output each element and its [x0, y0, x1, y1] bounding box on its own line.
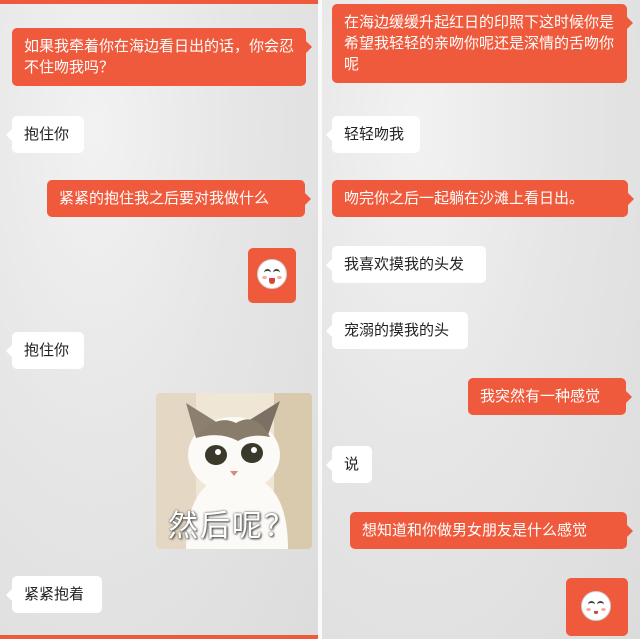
- message-bubble-received[interactable]: 轻轻吻我: [326, 116, 420, 153]
- cat-sticker-image[interactable]: 然后呢？: [156, 393, 312, 549]
- message-bubble-received[interactable]: 宠溺的摸我的头: [326, 312, 468, 349]
- message-bubble-sent[interactable]: 想知道和你做男女朋友是什么感觉: [350, 512, 633, 549]
- message-bubble-received[interactable]: 我喜欢摸我的头发: [326, 246, 486, 283]
- message-bubble-sent[interactable]: 紧紧的抱住我之后要对我做什么: [47, 180, 311, 217]
- message-bubble-received[interactable]: 说: [326, 446, 372, 483]
- sticker-caption: 然后呢？: [168, 509, 296, 544]
- message-bubble-sent[interactable]: 如果我牵着你在海边看日出的话，你会忍不住吻我吗？: [12, 28, 312, 86]
- left-chat-panel[interactable]: 如果我牵着你在海边看日出的话，你会忍不住吻我吗？ 抱住你 紧紧的抱住我之后要对我…: [0, 0, 318, 639]
- right-chat-panel[interactable]: 在海边缓缓升起红日的印照下这时候你是希望我轻轻的亲吻你呢还是深情的舌吻你呢 轻轻…: [322, 0, 640, 639]
- emoji-message-bubble[interactable]: [566, 578, 628, 636]
- smiling-face-emoji-icon: [581, 591, 611, 621]
- message-bubble-sent[interactable]: 吻完你之后一起躺在沙滩上看日出。: [332, 180, 634, 217]
- message-bubble-received[interactable]: 抱住你: [6, 332, 84, 369]
- message-bubble-received[interactable]: 抱住你: [6, 116, 84, 153]
- top-edge-bubble-fragment: [0, 0, 318, 4]
- message-bubble-sent[interactable]: 我突然有一种感觉: [468, 378, 632, 415]
- message-bubble-received[interactable]: 紧紧抱着: [6, 576, 102, 613]
- message-bubble-sent[interactable]: 在海边缓缓升起红日的印照下这时候你是希望我轻轻的亲吻你呢还是深情的舌吻你呢: [332, 4, 633, 83]
- smiling-face-emoji-icon: [257, 259, 287, 289]
- emoji-message-bubble[interactable]: [248, 248, 296, 303]
- bottom-edge-bubble-fragment: [0, 635, 318, 639]
- chat-screenshot-collage: 如果我牵着你在海边看日出的话，你会忍不住吻我吗？ 抱住你 紧紧的抱住我之后要对我…: [0, 0, 640, 639]
